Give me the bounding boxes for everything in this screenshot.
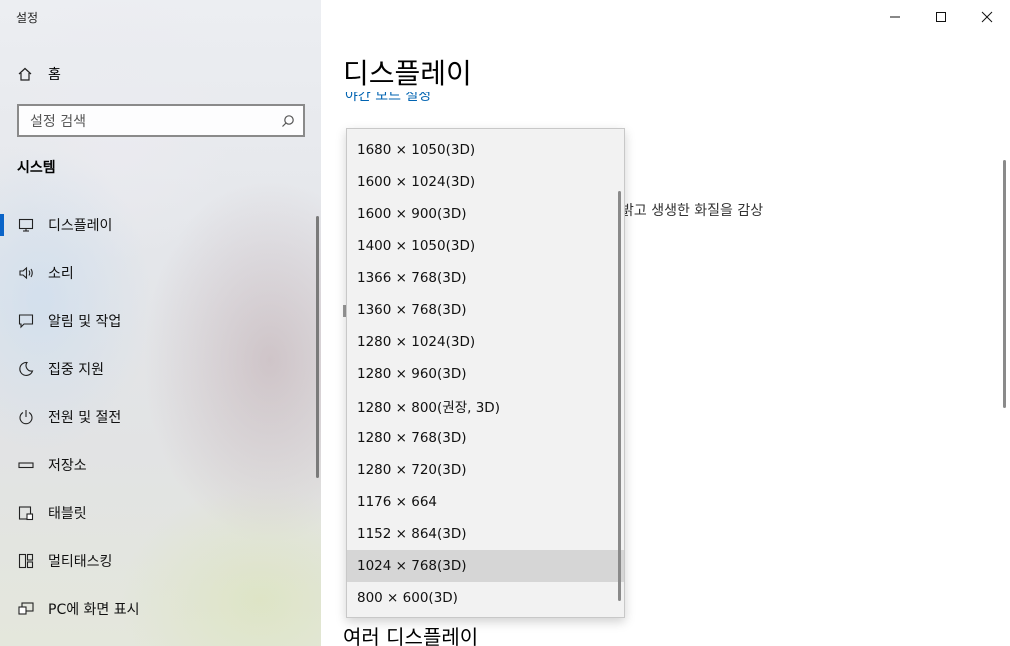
minimize-icon [890,16,900,18]
minimize-button[interactable] [872,0,918,34]
sidebar-item-tablet[interactable]: 태블릿 [0,489,321,537]
resolution-option[interactable]: 800 × 600(3D) [347,582,624,614]
dropdown-scrollbar[interactable] [618,191,621,601]
sidebar-item-multitasking[interactable]: 멀티태스킹 [0,537,321,585]
close-button[interactable] [964,0,1010,34]
resolution-option[interactable]: 1600 × 1024(3D) [347,166,624,198]
resolution-option[interactable]: 1280 × 1024(3D) [347,326,624,358]
search-placeholder: 설정 검색 [30,113,86,130]
section-title: 시스템 [17,160,56,176]
sidebar-item-sound[interactable]: 소리 [0,249,321,297]
sidebar-item-label: PC에 화면 표시 [48,602,140,618]
sidebar-item-label: 소리 [48,266,74,282]
sidebar-item-label: 전원 및 절전 [48,410,122,426]
sidebar-item-power[interactable]: 전원 및 절전 [0,393,321,441]
sidebar-item-display[interactable]: 디스플레이 [0,201,321,249]
window-controls [872,0,1010,34]
home-icon [17,66,33,82]
sidebar-nav: 디스플레이 소리 알림 및 작업 집중 지원 전원 및 절전 저장소 태블릿 멀… [0,201,321,633]
speaker-icon [17,264,35,282]
resolution-dropdown-list[interactable]: 1680 × 1050(3D) 1600 × 1024(3D) 1600 × 9… [346,128,625,618]
power-icon [17,408,35,426]
night-light-settings-link[interactable]: 야간 모드 설정 [345,92,431,106]
resolution-option[interactable]: 1280 × 960(3D) [347,358,624,390]
sidebar-item-storage[interactable]: 저장소 [0,441,321,489]
sidebar-item-label: 저장소 [48,458,87,474]
resolution-option[interactable]: 1600 × 900(3D) [347,198,624,230]
notification-icon [17,312,35,330]
moon-icon [17,360,35,378]
hdr-description: 밝고 생생한 화질을 감상 [621,203,764,219]
tablet-icon [17,504,35,522]
resolution-option[interactable]: 1176 × 664 [347,486,624,518]
resolution-option[interactable]: 1366 × 768(3D) [347,262,624,294]
resolution-option[interactable]: 1152 × 864(3D) [347,518,624,550]
sidebar-item-project[interactable]: PC에 화면 표시 [0,585,321,633]
multitasking-icon [17,552,35,570]
sidebar-item-label: 태블릿 [48,506,87,522]
sidebar: 설정 홈 설정 검색 시스템 디스플레이 소리 알림 및 작업 집중 지원 전원… [0,0,321,646]
resolution-option[interactable]: 1400 × 1050(3D) [347,230,624,262]
resolution-option[interactable]: 1280 × 720(3D) [347,454,624,486]
maximize-button[interactable] [918,0,964,34]
sidebar-item-focus-assist[interactable]: 집중 지원 [0,345,321,393]
maximize-icon [936,12,946,22]
sidebar-scrollbar[interactable] [316,216,319,478]
project-icon [17,600,35,618]
resolution-option[interactable]: 1280 × 768(3D) [347,422,624,454]
resolution-option[interactable]: 1680 × 1050(3D) [347,134,624,166]
app-title: 설정 [16,11,39,25]
resolution-option[interactable]: 1360 × 768(3D) [347,294,624,326]
monitor-icon [17,216,35,234]
home-nav-item[interactable]: 홈 [17,62,61,86]
resolution-option-recommended[interactable]: 1280 × 800(권장, 3D) [347,390,624,422]
sidebar-item-label: 알림 및 작업 [48,314,122,330]
sidebar-item-label: 집중 지원 [48,362,104,378]
close-icon [981,11,993,23]
page-title: 디스플레이 [343,57,472,90]
search-input[interactable]: 설정 검색 [17,104,305,137]
home-label: 홈 [48,67,61,83]
main-scrollbar[interactable] [1003,160,1006,408]
sidebar-item-label: 멀티태스킹 [48,554,113,570]
storage-icon [17,456,35,474]
sidebar-item-label: 디스플레이 [48,218,113,234]
sidebar-item-notifications[interactable]: 알림 및 작업 [0,297,321,345]
multiple-displays-heading: 여러 디스플레이 [343,625,479,646]
search-icon[interactable] [279,112,297,130]
resolution-option-selected[interactable]: 1024 × 768(3D) [347,550,624,582]
